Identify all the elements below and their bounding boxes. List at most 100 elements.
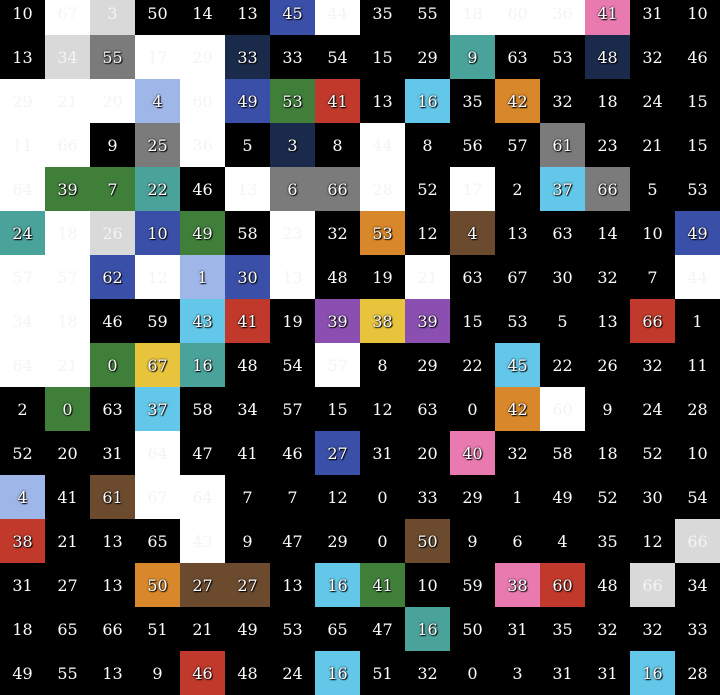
grid-tile[interactable]: 29	[405, 343, 450, 387]
grid-tile[interactable]: 12	[315, 475, 360, 519]
grid-tile[interactable]: 18	[585, 431, 630, 475]
grid-tile[interactable]: 17	[135, 35, 180, 79]
grid-tile[interactable]: 63	[450, 255, 495, 299]
grid-tile[interactable]: 51	[360, 651, 405, 695]
grid-tile[interactable]: 32	[540, 79, 585, 123]
grid-tile[interactable]: 9	[135, 651, 180, 695]
grid-tile[interactable]: 59	[450, 563, 495, 607]
grid-tile[interactable]: 6	[270, 167, 315, 211]
grid-tile[interactable]: 18	[585, 79, 630, 123]
grid-tile[interactable]: 62	[90, 255, 135, 299]
grid-tile[interactable]: 49	[540, 475, 585, 519]
grid-tile[interactable]: 42	[495, 387, 540, 431]
grid-tile[interactable]: 41	[225, 431, 270, 475]
grid-tile[interactable]: 41	[585, 0, 630, 35]
grid-tile[interactable]: 49	[0, 651, 45, 695]
grid-tile[interactable]: 9	[450, 35, 495, 79]
grid-tile[interactable]: 49	[225, 79, 270, 123]
grid-tile[interactable]: 24	[270, 651, 315, 695]
grid-tile[interactable]: 7	[90, 167, 135, 211]
grid-tile[interactable]: 54	[315, 35, 360, 79]
grid-tile[interactable]: 30	[630, 475, 675, 519]
grid-tile[interactable]: 64	[180, 475, 225, 519]
grid-tile[interactable]: 33	[675, 607, 720, 651]
grid-tile[interactable]: 10	[675, 0, 720, 35]
grid-tile[interactable]: 58	[225, 211, 270, 255]
grid-tile[interactable]: 67	[45, 0, 90, 35]
grid-tile[interactable]: 53	[270, 607, 315, 651]
grid-tile[interactable]: 16	[405, 607, 450, 651]
grid-tile[interactable]: 10	[135, 211, 180, 255]
grid-tile[interactable]: 33	[225, 35, 270, 79]
grid-tile[interactable]: 16	[315, 651, 360, 695]
grid-tile[interactable]: 46	[675, 35, 720, 79]
grid-tile[interactable]: 63	[405, 387, 450, 431]
grid-tile[interactable]: 53	[540, 35, 585, 79]
grid-tile[interactable]: 7	[630, 255, 675, 299]
grid-tile[interactable]: 18	[45, 211, 90, 255]
grid-tile[interactable]: 27	[180, 563, 225, 607]
grid-tile[interactable]: 35	[450, 79, 495, 123]
grid-tile[interactable]: 0	[360, 475, 405, 519]
grid-tile[interactable]: 29	[450, 475, 495, 519]
grid-tile[interactable]: 49	[225, 607, 270, 651]
grid-tile[interactable]: 36	[180, 123, 225, 167]
grid-tile[interactable]: 53	[360, 211, 405, 255]
grid-tile[interactable]: 21	[630, 123, 675, 167]
grid-tile[interactable]: 46	[180, 651, 225, 695]
grid-tile[interactable]: 0	[450, 651, 495, 695]
grid-tile[interactable]: 8	[315, 123, 360, 167]
grid-tile[interactable]: 11	[0, 123, 45, 167]
grid-tile[interactable]: 0	[360, 519, 405, 563]
grid-tile[interactable]: 61	[540, 123, 585, 167]
grid-tile[interactable]: 65	[45, 607, 90, 651]
grid-tile[interactable]: 41	[360, 563, 405, 607]
grid-tile[interactable]: 18	[450, 0, 495, 35]
grid-tile[interactable]: 34	[45, 35, 90, 79]
grid-tile[interactable]: 58	[180, 387, 225, 431]
grid-tile[interactable]: 37	[540, 167, 585, 211]
grid-tile[interactable]: 48	[585, 563, 630, 607]
grid-tile[interactable]: 4	[135, 79, 180, 123]
grid-tile[interactable]: 14	[180, 0, 225, 35]
grid-tile[interactable]: 55	[90, 35, 135, 79]
grid-tile[interactable]: 1	[495, 475, 540, 519]
grid-tile[interactable]: 0	[45, 387, 90, 431]
grid-tile[interactable]: 10	[405, 563, 450, 607]
grid-tile[interactable]: 30	[225, 255, 270, 299]
grid-tile[interactable]: 38	[495, 563, 540, 607]
grid-tile[interactable]: 66	[585, 167, 630, 211]
grid-tile[interactable]: 4	[0, 475, 45, 519]
grid-tile[interactable]: 52	[585, 475, 630, 519]
grid-tile[interactable]: 46	[180, 167, 225, 211]
grid-tile[interactable]: 39	[405, 299, 450, 343]
grid-tile[interactable]: 26	[90, 211, 135, 255]
grid-tile[interactable]: 20	[45, 431, 90, 475]
grid-tile[interactable]: 13	[225, 0, 270, 35]
grid-tile[interactable]: 16	[180, 343, 225, 387]
grid-tile[interactable]: 47	[180, 431, 225, 475]
grid-tile[interactable]: 59	[135, 299, 180, 343]
grid-tile[interactable]: 27	[315, 431, 360, 475]
grid-tile[interactable]: 58	[540, 431, 585, 475]
grid-tile[interactable]: 24	[630, 387, 675, 431]
grid-tile[interactable]: 46	[270, 431, 315, 475]
grid-tile[interactable]: 21	[180, 607, 225, 651]
grid-tile[interactable]: 46	[90, 299, 135, 343]
grid-tile[interactable]: 19	[360, 255, 405, 299]
grid-tile[interactable]: 67	[135, 343, 180, 387]
grid-tile[interactable]: 52	[0, 431, 45, 475]
grid-tile[interactable]: 66	[630, 299, 675, 343]
grid-tile[interactable]: 15	[360, 35, 405, 79]
grid-tile[interactable]: 20	[405, 431, 450, 475]
grid-tile[interactable]: 12	[630, 519, 675, 563]
grid-tile[interactable]: 32	[405, 651, 450, 695]
grid-tile[interactable]: 27	[225, 563, 270, 607]
grid-tile[interactable]: 65	[135, 519, 180, 563]
grid-tile[interactable]: 13	[0, 35, 45, 79]
grid-tile[interactable]: 18	[0, 607, 45, 651]
grid-tile[interactable]: 26	[585, 343, 630, 387]
grid-tile[interactable]: 64	[0, 343, 45, 387]
grid-tile[interactable]: 41	[315, 79, 360, 123]
grid-tile[interactable]: 63	[495, 35, 540, 79]
